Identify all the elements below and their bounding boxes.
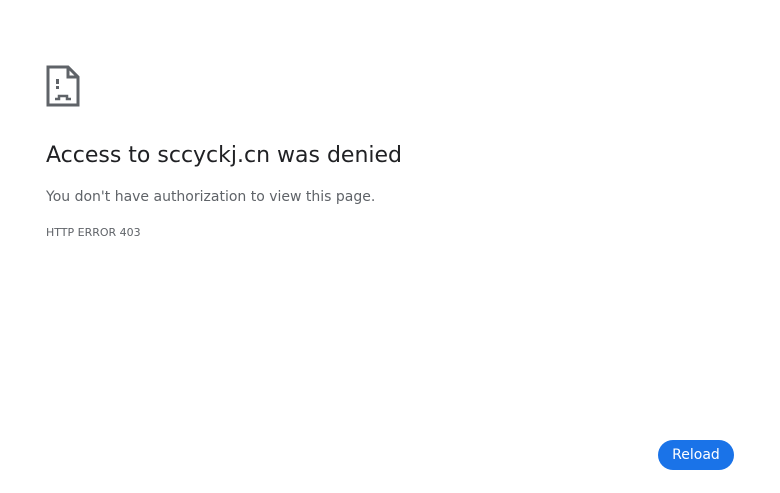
error-code: HTTP ERROR 403 [46,226,141,239]
error-heading: Access to sccyckj.cn was denied [46,143,403,168]
error-message: You don't have authorization to view thi… [46,189,376,205]
reload-button[interactable]: Reload [658,440,734,470]
sad-page-icon [46,65,80,107]
